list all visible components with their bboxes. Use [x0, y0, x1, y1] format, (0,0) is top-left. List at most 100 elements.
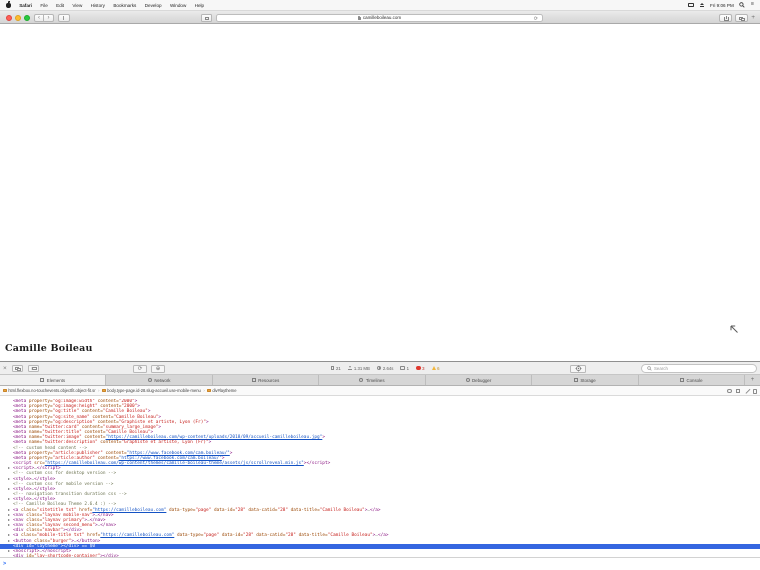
badge-error[interactable]: 3 — [416, 366, 425, 371]
undock-icon[interactable] — [12, 365, 23, 372]
menu-help[interactable]: Help — [190, 3, 208, 8]
disclosure-triangle-icon[interactable] — [8, 550, 10, 552]
dom-tree: <meta property="og:image:width" content=… — [0, 399, 760, 557]
screen: SafariFileEditViewHistoryBookmarksDevelo… — [0, 0, 760, 570]
menu-file[interactable]: File — [36, 3, 52, 8]
badge-log[interactable]: 1 — [400, 366, 409, 371]
crumb-separator: › — [203, 388, 204, 393]
breadcrumb-items: html.flexbox.no-touchevents.objectfit.ob… — [3, 388, 237, 393]
badge-warning[interactable]: 6 — [432, 366, 440, 371]
tab-label: Storage — [580, 378, 595, 383]
menu-view[interactable]: View — [68, 3, 86, 8]
disclosure-triangle-icon[interactable] — [8, 498, 10, 500]
compute-icon[interactable] — [727, 389, 731, 393]
search-placeholder: Search — [654, 366, 668, 371]
eject-icon[interactable] — [700, 3, 705, 8]
notification-center-icon[interactable]: ≡ — [751, 2, 754, 8]
page-content: Camille Boileau — [0, 24, 760, 361]
menu-edit[interactable]: Edit — [52, 3, 68, 8]
disclosure-triangle-icon[interactable] — [8, 534, 10, 536]
display-icon[interactable] — [688, 3, 694, 8]
badge-doc[interactable]: 21 — [331, 366, 341, 371]
element-picker-button[interactable]: ⊕ — [151, 365, 165, 373]
token: > — [209, 440, 212, 445]
forward-button[interactable]: › — [44, 14, 54, 22]
edit-icon[interactable] — [744, 389, 749, 394]
disclosure-triangle-icon[interactable] — [8, 524, 10, 526]
show-tabs-button[interactable] — [735, 14, 748, 23]
disclosure-triangle-icon[interactable] — [8, 540, 10, 542]
toolbar-right: + — [719, 14, 755, 23]
quick-console[interactable]: > — [0, 557, 760, 570]
address-bar[interactable]: camilleboileau.com ⟳ — [216, 14, 543, 23]
add-tab-button[interactable]: + — [745, 375, 760, 385]
zoom-window-button[interactable] — [24, 15, 30, 21]
disclosure-triangle-icon[interactable] — [8, 509, 10, 511]
inspector-search-input[interactable]: Search — [641, 364, 757, 373]
dock-side-icon[interactable] — [28, 365, 39, 372]
minimize-window-button[interactable] — [15, 15, 21, 21]
details-sidebar-icon[interactable] — [753, 389, 757, 394]
token: "28" — [277, 508, 288, 513]
breadcrumb-item[interactable]: div#laytheme — [207, 388, 236, 393]
tab-timelines[interactable]: Timelines — [319, 375, 425, 385]
download-icon — [348, 366, 353, 371]
menu-develop[interactable]: Develop — [141, 3, 166, 8]
tab-debugger[interactable]: Debugger — [426, 375, 532, 385]
clock-text[interactable]: Fri 9:06 PM — [710, 3, 734, 8]
badge-text: 3 — [422, 366, 424, 371]
tab-console[interactable]: Console — [639, 375, 745, 385]
disclosure-triangle-icon[interactable] — [8, 514, 10, 516]
disclosure-triangle-icon[interactable] — [8, 519, 10, 521]
token: "page" — [195, 508, 211, 513]
mouse-cursor — [728, 323, 740, 335]
grid-overlay-icon[interactable] — [736, 389, 741, 394]
extension-icon[interactable] — [201, 14, 212, 22]
reload-icon[interactable]: ⟳ — [534, 16, 538, 22]
apple-menu-icon[interactable] — [6, 2, 11, 8]
token: data-id= — [219, 533, 243, 538]
new-tab-button[interactable]: + — [751, 14, 755, 22]
token: > — [158, 425, 161, 430]
token: data-catid= — [254, 533, 286, 538]
inspector-reload-button[interactable]: ⟳ — [133, 365, 147, 373]
doc-icon — [331, 366, 334, 370]
token: "https://camilleboileau.com" — [100, 533, 174, 538]
token: > — [322, 435, 325, 440]
tab-resources[interactable]: Resources — [213, 375, 319, 385]
breadcrumb-item[interactable]: html.flexbox.no-touchevents.objectfit.ob… — [3, 388, 96, 393]
close-inspector-button[interactable]: × — [3, 364, 7, 373]
disclosure-triangle-icon[interactable] — [8, 467, 10, 469]
back-button[interactable]: ‹ — [34, 14, 44, 22]
inspector-tab-bar: ElementsNetworkResourcesTimelinesDebugge… — [0, 375, 760, 386]
breadcrumb-item[interactable]: body.type-page.id-28.slug-accueil.use-mo… — [102, 388, 201, 393]
share-button[interactable] — [719, 14, 732, 23]
menu-bookmarks[interactable]: Bookmarks — [109, 3, 140, 8]
sidebar-toggle-button[interactable] — [58, 14, 70, 22]
settings-button[interactable] — [570, 365, 586, 373]
debugger-tab-icon — [466, 378, 470, 382]
elements-tab-icon — [40, 378, 44, 382]
badge-text: 21 — [336, 366, 341, 371]
crumb-label: div#laytheme — [212, 388, 236, 393]
tab-network[interactable]: Network — [106, 375, 212, 385]
token: </a> — [370, 508, 381, 513]
disclosure-triangle-icon[interactable] — [8, 478, 10, 480]
token: ></script> — [304, 461, 330, 466]
badge-clock[interactable]: 2.64s — [377, 366, 394, 371]
element-icon — [3, 389, 7, 393]
token: data-catid= — [246, 508, 278, 513]
tab-elements[interactable]: Elements — [0, 375, 106, 385]
disclosure-triangle-icon[interactable] — [8, 488, 10, 490]
menu-window[interactable]: Window — [166, 3, 191, 8]
badge-download[interactable]: 1.31 MB — [348, 366, 370, 371]
clock-icon — [377, 366, 381, 370]
menu-history[interactable]: History — [86, 3, 109, 8]
tab-storage[interactable]: Storage — [532, 375, 638, 385]
menu-safari[interactable]: Safari — [15, 3, 36, 8]
spotlight-icon[interactable] — [739, 2, 745, 8]
crumb-label: html.flexbox.no-touchevents.objectfit.ob… — [8, 388, 95, 393]
close-window-button[interactable] — [6, 15, 12, 21]
site-title[interactable]: Camille Boileau — [5, 343, 93, 354]
search-icon — [647, 366, 652, 371]
